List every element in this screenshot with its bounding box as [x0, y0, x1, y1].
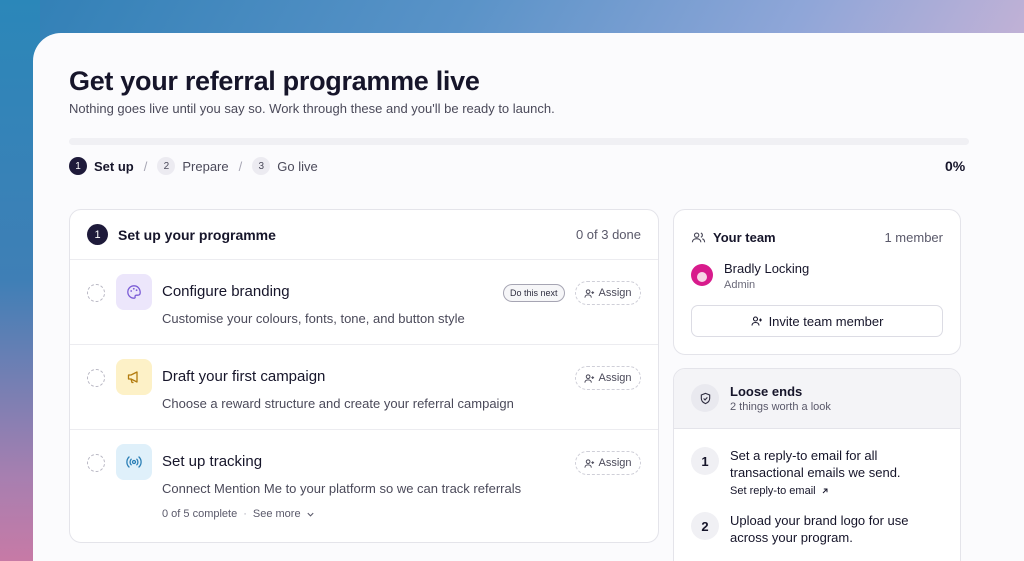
meta-separator: · [243, 508, 247, 520]
user-plus-icon [751, 316, 762, 326]
assign-button[interactable]: Assign [575, 281, 641, 305]
stepper: 1 Set up / 2 Prepare / 3 Go live [69, 157, 318, 175]
task-configure-branding[interactable]: Configure branding Customise your colour… [70, 260, 658, 345]
step-go-live[interactable]: 3 Go live [252, 157, 318, 175]
do-this-next-badge: Do this next [503, 284, 565, 302]
loose-ends-title: Loose ends [730, 384, 803, 399]
task-description: Connect Mention Me to your platform so w… [162, 481, 522, 496]
assign-label: Assign [598, 287, 632, 299]
team-header: Your team [691, 230, 776, 245]
task-checkbox[interactable] [87, 454, 105, 472]
main-panel: Get your referral programme live Nothing… [33, 33, 1024, 561]
task-title: Configure branding [162, 283, 290, 300]
section-title: Set up your programme [118, 226, 276, 243]
step-label: Set up [94, 158, 134, 174]
see-more-button[interactable]: See more [253, 508, 315, 520]
team-title: Your team [713, 230, 776, 245]
user-plus-icon [584, 288, 595, 298]
subtask-progress: 0 of 5 complete [162, 508, 238, 520]
assign-label: Assign [598, 457, 632, 469]
palette-icon [116, 274, 152, 310]
page-title: Get your referral programme live [69, 66, 480, 96]
see-more-label: See more [252, 508, 301, 520]
step-label: Prepare [182, 158, 229, 174]
step-set-up[interactable]: 1 Set up [69, 157, 134, 175]
loose-ends-card: Loose ends 2 things worth a look 1 Set a… [673, 368, 961, 561]
invite-team-member-button[interactable]: Invite team member [691, 305, 943, 337]
step-prepare[interactable]: 2 Prepare [157, 157, 229, 175]
progress-bar [69, 138, 969, 145]
megaphone-icon [116, 359, 152, 395]
step-label: Go live [277, 158, 318, 174]
tasks-header: 1 Set up your programme 0 of 3 done [70, 210, 658, 260]
section-count: 0 of 3 done [575, 227, 641, 242]
step-separator: / [238, 158, 243, 174]
task-draft-campaign[interactable]: Draft your first campaign Choose a rewar… [70, 345, 658, 430]
task-description: Customise your colours, fonts, tone, and… [162, 311, 465, 326]
task-title: Draft your first campaign [162, 368, 326, 385]
task-title: Set up tracking [162, 453, 263, 470]
assign-button[interactable]: Assign [575, 366, 641, 390]
user-plus-icon [584, 458, 595, 468]
item-text: Upload your brand logo for use across yo… [730, 513, 909, 545]
loose-ends-header: Loose ends 2 things worth a look [674, 369, 960, 429]
shield-icon [691, 384, 719, 412]
task-checkbox[interactable] [87, 369, 105, 387]
task-checkbox[interactable] [87, 284, 105, 302]
item-text: Set a reply-to email for all transaction… [730, 448, 901, 480]
team-count: 1 member [884, 230, 943, 245]
task-description: Choose a reward structure and create you… [162, 396, 514, 411]
assign-label: Assign [598, 372, 632, 384]
link-label: Set reply-to email [730, 485, 816, 497]
arrow-up-right-icon [822, 488, 828, 494]
invite-label: Invite team member [768, 313, 884, 329]
loose-ends-subtitle: 2 things worth a look [730, 401, 831, 413]
task-meta: 0 of 5 complete · See more [162, 508, 315, 520]
member-name: Bradly Locking [724, 261, 810, 276]
item-number: 1 [691, 447, 719, 475]
broadcast-icon [116, 444, 152, 480]
assign-button[interactable]: Assign [575, 451, 641, 475]
set-reply-to-email-link[interactable]: Set reply-to email [730, 485, 829, 497]
users-icon [691, 232, 706, 243]
task-set-up-tracking[interactable]: Set up tracking Connect Mention Me to yo… [70, 430, 658, 545]
section-number: 1 [87, 224, 108, 245]
step-separator: / [143, 158, 148, 174]
user-plus-icon [584, 373, 595, 383]
avatar [691, 264, 713, 286]
team-card: Your team 1 member Bradly Locking Admin … [673, 209, 961, 355]
chevron-down-icon [307, 512, 314, 517]
step-number: 2 [157, 157, 176, 175]
step-number: 1 [69, 157, 87, 175]
item-number: 2 [691, 512, 719, 540]
member-role: Admin [724, 279, 756, 291]
setup-tasks-card: 1 Set up your programme 0 of 3 done Conf… [69, 209, 659, 543]
step-number: 3 [252, 157, 271, 175]
progress-percent: 0% [945, 158, 966, 174]
page-subtitle: Nothing goes live until you say so. Work… [69, 101, 555, 116]
